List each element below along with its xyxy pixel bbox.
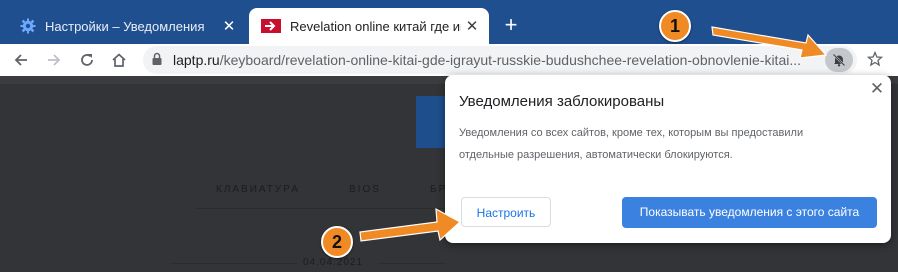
star-icon[interactable] — [867, 51, 883, 67]
menu-item-keyboard[interactable]: КЛАВИАТУРА — [216, 184, 300, 195]
forward-button[interactable] — [43, 50, 65, 70]
arrow-right-icon — [48, 54, 61, 66]
notifications-blocked-popup: Уведомления заблокированы ✕ Уведомления … — [445, 75, 891, 243]
close-icon[interactable]: ✕ — [869, 80, 885, 97]
address-bar[interactable]: laptp.ru/keyboard/revelation-online-kita… — [143, 46, 857, 74]
revelation-icon — [261, 19, 281, 33]
lock-icon[interactable] — [151, 52, 163, 66]
tab-strip: Настройки – Уведомления ✕ Revelation onl… — [0, 0, 898, 44]
reload-button[interactable] — [76, 50, 98, 70]
step-badge-2: 2 — [321, 226, 353, 258]
url-host: laptp.ru — [173, 52, 220, 68]
bell-off-icon — [832, 53, 846, 67]
show-notifications-button[interactable]: Показывать уведомления с этого сайта — [622, 197, 877, 228]
popup-description: Уведомления со всех сайтов, кроме тех, к… — [459, 127, 804, 161]
gear-icon — [20, 18, 36, 34]
menu-item-bios[interactable]: BIOS — [349, 184, 381, 195]
close-tab-icon[interactable]: ✕ — [461, 17, 483, 35]
menu-divider — [196, 208, 446, 209]
tab-notification-settings[interactable]: Настройки – Уведомления ✕ — [8, 8, 246, 44]
tab-revelation[interactable]: Revelation online китай где играют ✕ — [249, 8, 489, 44]
tab-title: Revelation online китай где играют — [290, 18, 461, 34]
toolbar: laptp.ru/keyboard/revelation-online-kita… — [0, 44, 898, 76]
reload-icon — [81, 54, 93, 66]
popup-title: Уведомления заблокированы — [459, 93, 665, 110]
home-button[interactable] — [108, 50, 130, 70]
url-text[interactable]: laptp.ru/keyboard/revelation-online-kita… — [173, 52, 823, 68]
new-tab-button[interactable]: + — [500, 14, 522, 36]
close-tab-icon[interactable]: ✕ — [218, 17, 240, 35]
configure-button[interactable]: Настроить — [461, 197, 551, 227]
home-icon — [112, 53, 126, 67]
notifications-blocked-button[interactable] — [825, 48, 853, 72]
date-divider-left — [170, 263, 298, 264]
url-path: /keyboard/revelation-online-kitai-gde-ig… — [219, 52, 802, 68]
site-logo[interactable] — [416, 96, 446, 148]
arrow-left-icon — [14, 54, 27, 66]
date-divider-right — [378, 263, 446, 264]
tab-title: Настройки – Уведомления — [45, 18, 205, 34]
step-badge-1: 1 — [659, 10, 691, 42]
post-date: 04.04.2021 — [303, 257, 364, 268]
back-button[interactable] — [10, 50, 32, 70]
